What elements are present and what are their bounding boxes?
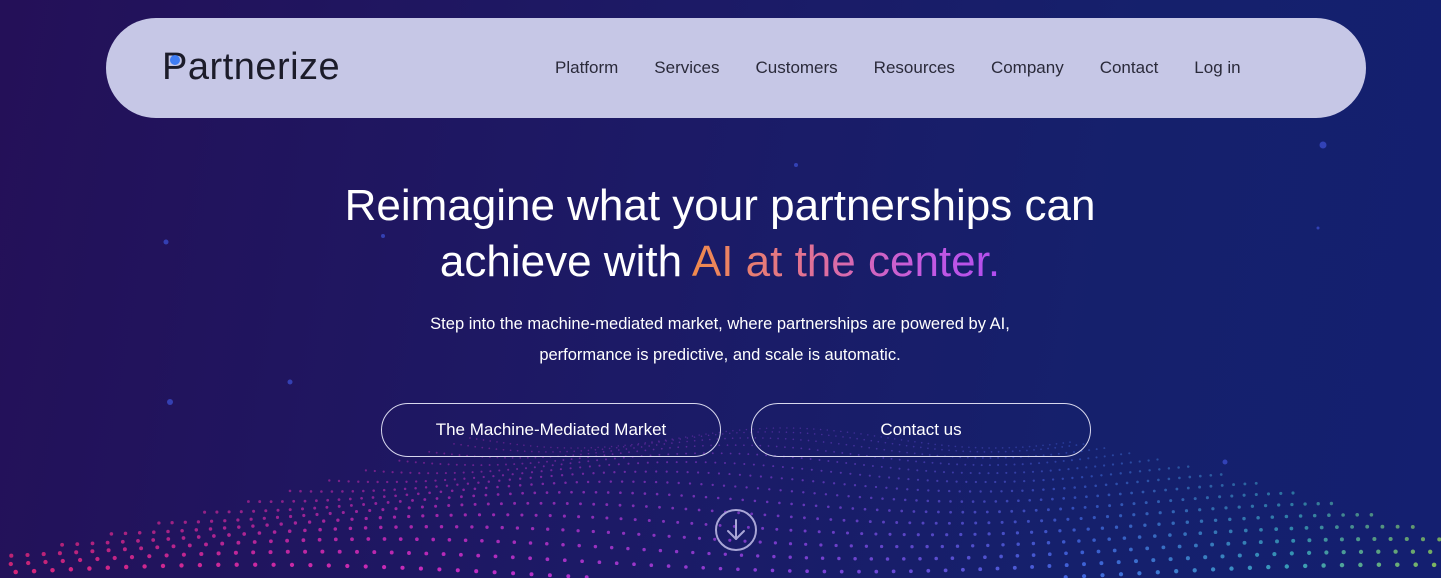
- nav-item-platform[interactable]: Platform: [555, 58, 618, 78]
- nav-item-customers[interactable]: Customers: [755, 58, 837, 78]
- logo-wordmark: Partnerize: [162, 46, 341, 88]
- partnerize-logo[interactable]: Partnerize: [162, 42, 340, 92]
- nav-item-contact[interactable]: Contact: [1100, 58, 1159, 78]
- nav-item-company[interactable]: Company: [991, 58, 1064, 78]
- logo-dot-icon: [170, 55, 180, 65]
- hero-title-highlight: AI at the center.: [691, 237, 1001, 286]
- nav-item-login[interactable]: Log in: [1194, 58, 1240, 78]
- hero-title-line1: Reimagine what your partnerships can: [344, 181, 1096, 230]
- nav-links: Platform Services Customers Resources Co…: [555, 18, 1241, 118]
- hero-subtitle-line1: Step into the machine-mediated market, w…: [430, 315, 1010, 333]
- hero-title: Reimagine what your partnerships can ach…: [220, 178, 1220, 290]
- top-navigation-bar: Partnerize Platform Services Customers R…: [106, 18, 1366, 118]
- nav-item-services[interactable]: Services: [654, 58, 719, 78]
- contact-us-button[interactable]: Contact us: [751, 403, 1091, 457]
- hero-subtitle: Step into the machine-mediated market, w…: [320, 309, 1120, 371]
- hero-title-line2-prefix: achieve with: [439, 237, 692, 286]
- nav-item-resources[interactable]: Resources: [874, 58, 955, 78]
- machine-mediated-market-button[interactable]: The Machine-Mediated Market: [381, 403, 721, 457]
- hero-subtitle-line2: performance is predictive, and scale is …: [539, 346, 901, 364]
- arrow-down-circle-icon[interactable]: [714, 508, 758, 552]
